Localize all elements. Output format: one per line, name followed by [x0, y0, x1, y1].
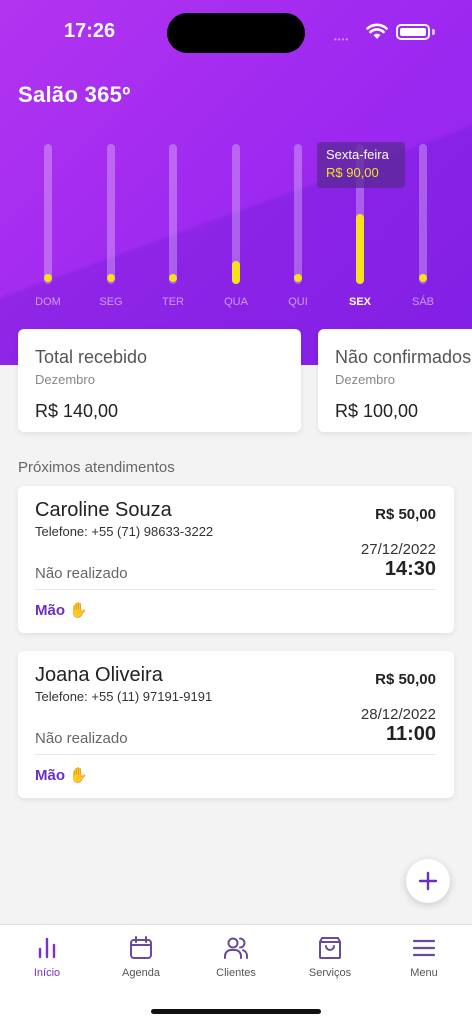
- chart-bar-ter[interactable]: TER: [153, 140, 193, 315]
- tab-label: Serviços: [308, 967, 352, 979]
- upcoming-section-title: Próximos atendimentos: [18, 459, 175, 476]
- appointment-time: 14:30: [384, 558, 436, 580]
- client-phone: Telefone: +55 (11) 97191-9191: [35, 689, 213, 704]
- client-phone: Telefone: +55 (71) 98633-3222: [35, 524, 214, 539]
- chart-bar-fill: [294, 274, 302, 282]
- tab-label: Menu: [410, 967, 438, 979]
- chart-tick-label: SÁB: [411, 296, 434, 308]
- bar-chart-icon: [38, 937, 56, 959]
- battery-tip: [432, 29, 435, 35]
- chart-bar-fill: [44, 274, 52, 282]
- chart-bar-track: [419, 144, 427, 284]
- appointment-price: R$ 50,00: [375, 506, 436, 523]
- client-name: Caroline Souza: [35, 499, 172, 521]
- chart-tick-label: SEG: [99, 296, 123, 308]
- tab-label: Clientes: [216, 967, 256, 979]
- wifi-icon: [366, 23, 388, 39]
- chart-bar-qua[interactable]: QUA: [216, 140, 256, 315]
- chart-bar-sáb[interactable]: SÁB: [403, 140, 443, 315]
- summary-card-unconfirmed[interactable]: Não confirmados Dezembro R$ 100,00: [318, 329, 472, 432]
- divider: [35, 754, 436, 755]
- tab-label: Agenda: [122, 967, 160, 979]
- calendar-icon: [130, 936, 152, 959]
- chart-bar-track: [107, 144, 115, 284]
- dynamic-island: [167, 13, 305, 53]
- appointment-date: 27/12/2022: [360, 541, 436, 558]
- chart-tooltip: Sexta-feira R$ 90,00: [317, 142, 405, 188]
- add-appointment-button[interactable]: [406, 859, 450, 903]
- chart-bar-qui[interactable]: QUI: [278, 140, 318, 315]
- signal-icon: ••••: [334, 35, 350, 44]
- status-bar: 17:26 ••••: [0, 0, 472, 64]
- tab-servicos[interactable]: Serviços: [283, 935, 377, 993]
- battery-icon: [396, 24, 430, 40]
- shopping-bag-icon: [319, 937, 341, 959]
- tooltip-day: Sexta-feira: [326, 147, 389, 162]
- page-title: Salão 365º: [18, 82, 131, 107]
- appointment-card[interactable]: Caroline Souza Telefone: +55 (71) 98633-…: [18, 486, 454, 633]
- chart-tick-label: QUA: [224, 296, 248, 308]
- summary-value: R$ 140,00: [35, 401, 119, 421]
- summary-value: R$ 100,00: [335, 401, 419, 421]
- chart-bar-seg[interactable]: SEG: [91, 140, 131, 315]
- summary-title: Total recebido: [35, 347, 148, 367]
- summary-subtitle: Dezembro: [35, 372, 95, 387]
- appointment-status: Não realizado: [35, 565, 128, 582]
- client-name: Joana Oliveira: [35, 664, 163, 686]
- summary-subtitle: Dezembro: [335, 372, 395, 387]
- chart-bar-fill: [169, 274, 177, 282]
- chart-tick-label: TER: [162, 296, 184, 308]
- tab-menu[interactable]: Menu: [377, 935, 471, 993]
- chart-bar-track: [169, 144, 177, 284]
- chart-bar-fill: [232, 260, 240, 284]
- divider: [35, 589, 436, 590]
- chart-bar-fill: [356, 214, 364, 284]
- summary-card-total[interactable]: Total recebido Dezembro R$ 140,00: [18, 329, 301, 432]
- appointment-price: R$ 50,00: [375, 671, 436, 688]
- appointment-service: Mão ✋: [35, 767, 88, 784]
- home-indicator: [151, 1009, 321, 1014]
- summary-title: Não confirmados: [335, 347, 472, 367]
- appointment-status: Não realizado: [35, 730, 128, 747]
- chart-bar-dom[interactable]: DOM: [28, 140, 68, 315]
- chart-bar-fill: [419, 274, 427, 282]
- tooltip-value: R$ 90,00: [326, 165, 379, 180]
- appointment-date: 28/12/2022: [360, 706, 436, 723]
- status-time: 17:26: [64, 20, 116, 42]
- appointment-card[interactable]: Joana Oliveira Telefone: +55 (11) 97191-…: [18, 651, 454, 798]
- appointment-time: 11:00: [385, 723, 436, 745]
- chart-bar-track: [44, 144, 52, 284]
- plus-icon: [418, 871, 438, 891]
- menu-icon: [412, 939, 436, 957]
- tab-label: Início: [33, 967, 61, 979]
- appointment-service: Mão ✋: [35, 602, 88, 619]
- chart-tick-label: QUI: [288, 296, 308, 308]
- tab-agenda[interactable]: Agenda: [94, 935, 188, 993]
- chart-bar-track: [294, 144, 302, 284]
- chart-bar-fill: [107, 274, 115, 282]
- tab-inicio[interactable]: Início: [0, 935, 94, 993]
- users-icon: [224, 937, 248, 959]
- tab-clientes[interactable]: Clientes: [189, 935, 283, 993]
- chart-tick-label: SEX: [348, 296, 371, 308]
- chart-tick-label: DOM: [35, 296, 61, 308]
- hero-header: 17:26 •••• Salão 365º DOM SEG TER QUA QUI SEX…: [0, 0, 472, 365]
